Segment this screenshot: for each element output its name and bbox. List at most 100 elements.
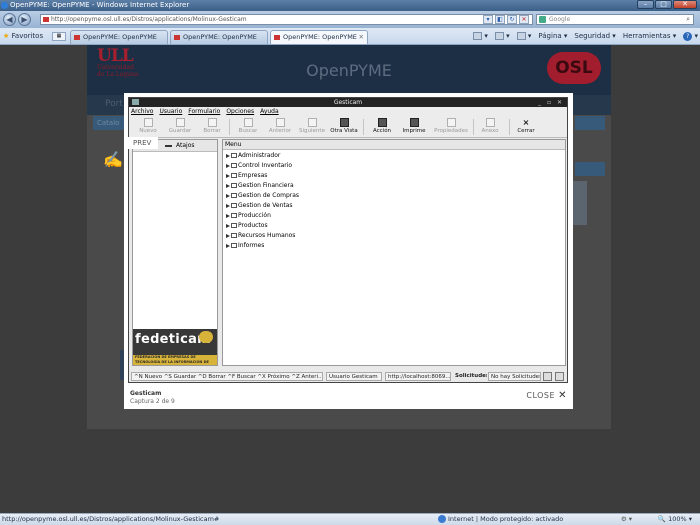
safety-menu-label: Seguridad [574,32,611,40]
otra-vista-button[interactable]: Otra Vista [327,118,361,137]
siguiente-button[interactable]: Siguiente [295,118,329,137]
tree-item-recursos-humanos[interactable]: Recursos Humanos [226,231,295,241]
tab-3[interactable]: OpenPYME: OpenPYME ✕ [270,30,368,44]
refresh-icon[interactable]: ↻ [507,15,517,24]
protected-mode-icon[interactable]: ⚙ ▾ [621,514,632,525]
tree-item-gestion-compras[interactable]: Gestion de Compras [226,191,299,201]
menu-formulario[interactable]: Formulario [188,107,220,116]
search-placeholder: Google [549,16,571,23]
shortcuts-panel: Atajos fedeticam FEDERACIÓN DE EMPRESAS … [132,139,218,366]
tree-item-control-inventario[interactable]: Control Inventario [226,161,292,171]
tree-item-empresas[interactable]: Empresas [226,171,267,181]
stop-icon[interactable]: ✕ [519,15,529,24]
site-header: ULL Universidad de La Laguna OpenPYME OS… [87,45,611,95]
accion-button[interactable]: Acción [365,118,399,137]
delete-icon [207,118,217,127]
forward-button[interactable]: ▶ [18,13,31,26]
prev-button[interactable]: PREV [128,137,158,149]
expand-arrow-icon[interactable] [226,184,230,188]
imprime-button[interactable]: Imprime [397,118,431,137]
shortcuts-label: Atajos [176,142,195,149]
search-icon[interactable]: ⌕ [686,15,690,24]
expand-arrow-icon[interactable] [226,174,230,178]
tree-item-gestion-financiera[interactable]: Gestion Financiera [226,181,294,191]
caption-count: Captura 2 de 9 [130,398,175,405]
expand-arrow-icon[interactable] [226,214,230,218]
toolbar-label: Anterior [268,128,292,134]
propiedades-button[interactable]: Propiedades [431,118,471,137]
expand-arrow-icon[interactable] [226,244,230,248]
quick-tabs-icon[interactable]: ▦ [52,32,66,41]
menu-usuario[interactable]: Usuario [159,107,182,116]
back-button[interactable]: ◀ [3,13,16,26]
expand-arrow-icon[interactable] [226,224,230,228]
zoom-control[interactable]: 🔍 100% ▾ [658,514,692,525]
menu-tree: Menu Administrador Control Inventario Em… [222,139,566,366]
new-request-icon[interactable] [555,372,564,381]
save-icon [175,118,185,127]
maximize-button[interactable]: □ [655,0,672,9]
nuevo-button[interactable]: Nuevo [131,118,165,137]
compatibility-icon[interactable]: ◧ [495,15,505,24]
tree-item-productos[interactable]: Productos [226,221,268,231]
tree-item-label: Gestion de Compras [238,192,300,199]
tab-1[interactable]: OpenPYME: OpenPYME [70,30,168,44]
site-nav-item[interactable]: Port [105,99,123,109]
tree-column-header[interactable]: Menu [223,140,565,150]
menu-archivo[interactable]: Archivo [131,107,153,116]
lightbox-close-button[interactable]: CLOSE ✕ [526,390,567,401]
buscar-button[interactable]: Buscar [231,118,265,137]
security-zone[interactable]: Internet | Modo protegido: activado [438,514,563,525]
tree-item-administrador[interactable]: Administrador [226,151,280,161]
feeds-icon [494,32,504,40]
close-icon: × [522,118,530,127]
cerrar-button[interactable]: × Cerrar [509,118,543,137]
window-title: OpenPYME: OpenPYME - Windows Internet Ex… [10,1,190,9]
expand-arrow-icon[interactable] [226,194,230,198]
tree-item-produccion[interactable]: Producción [226,211,271,221]
menu-opciones[interactable]: Opciones [226,107,254,116]
anterior-button[interactable]: Anterior [263,118,297,137]
toolbar-label: Guardar [168,128,192,134]
anexo-button[interactable]: Anexo [473,118,507,137]
close-window-button[interactable]: ✕ [673,0,697,9]
favorites-label: Favoritos [11,32,44,40]
favorites-button[interactable]: ★ Favoritos [3,31,43,42]
home-button[interactable]: ▾ [473,31,488,42]
minimize-button[interactable]: – [637,0,654,9]
tab-2[interactable]: OpenPYME: OpenPYME [170,30,268,44]
search-input[interactable]: Google ⌕ [536,14,694,25]
google-icon [539,16,546,23]
remove-shortcut-icon[interactable] [165,145,172,147]
feeds-button[interactable]: ▾ [494,31,510,42]
dropdown-icon[interactable]: ▾ [483,15,493,24]
expand-arrow-icon[interactable] [226,154,230,158]
expand-arrow-icon[interactable] [226,204,230,208]
borrar-button[interactable]: Borrar [195,118,229,137]
toolbar-label: Borrar [203,128,221,134]
menu-ayuda[interactable]: Ayuda [260,107,279,116]
tab-favicon-icon [274,35,280,40]
toolbar-label: Siguiente [299,128,325,134]
help-menu[interactable]: ? ▾ [683,31,698,42]
tools-menu[interactable]: Herramientas ▾ [623,31,676,42]
folder-icon [231,193,237,198]
site-thumbnail[interactable] [573,181,587,225]
guardar-button[interactable]: Guardar [163,118,197,137]
tree-item-informes[interactable]: Informes [226,241,264,251]
safety-menu[interactable]: Seguridad ▾ [574,31,615,42]
page-menu[interactable]: Página ▾ [538,31,567,42]
expand-arrow-icon[interactable] [226,164,230,168]
print-icon [409,118,419,127]
osl-logo: OSL [547,52,601,84]
expand-arrow-icon[interactable] [226,234,230,238]
gesticam-status-bar: ^N Nuevo ^S Guardar ^D Borrar ^F Buscar … [129,371,567,382]
tree-item-gestion-ventas[interactable]: Gestion de Ventas [226,201,293,211]
print-button[interactable]: ▾ [516,31,531,42]
zoom-level: 100% [668,515,687,523]
home-icon [473,32,483,40]
close-tab-icon[interactable]: ✕ [359,31,364,44]
gesticam-window-controls[interactable]: _ ▫ ✕ [538,98,564,107]
read-requests-icon[interactable] [543,372,552,381]
address-bar[interactable]: http://openpyme.osl.ull.es/Distros/appli… [40,14,533,25]
